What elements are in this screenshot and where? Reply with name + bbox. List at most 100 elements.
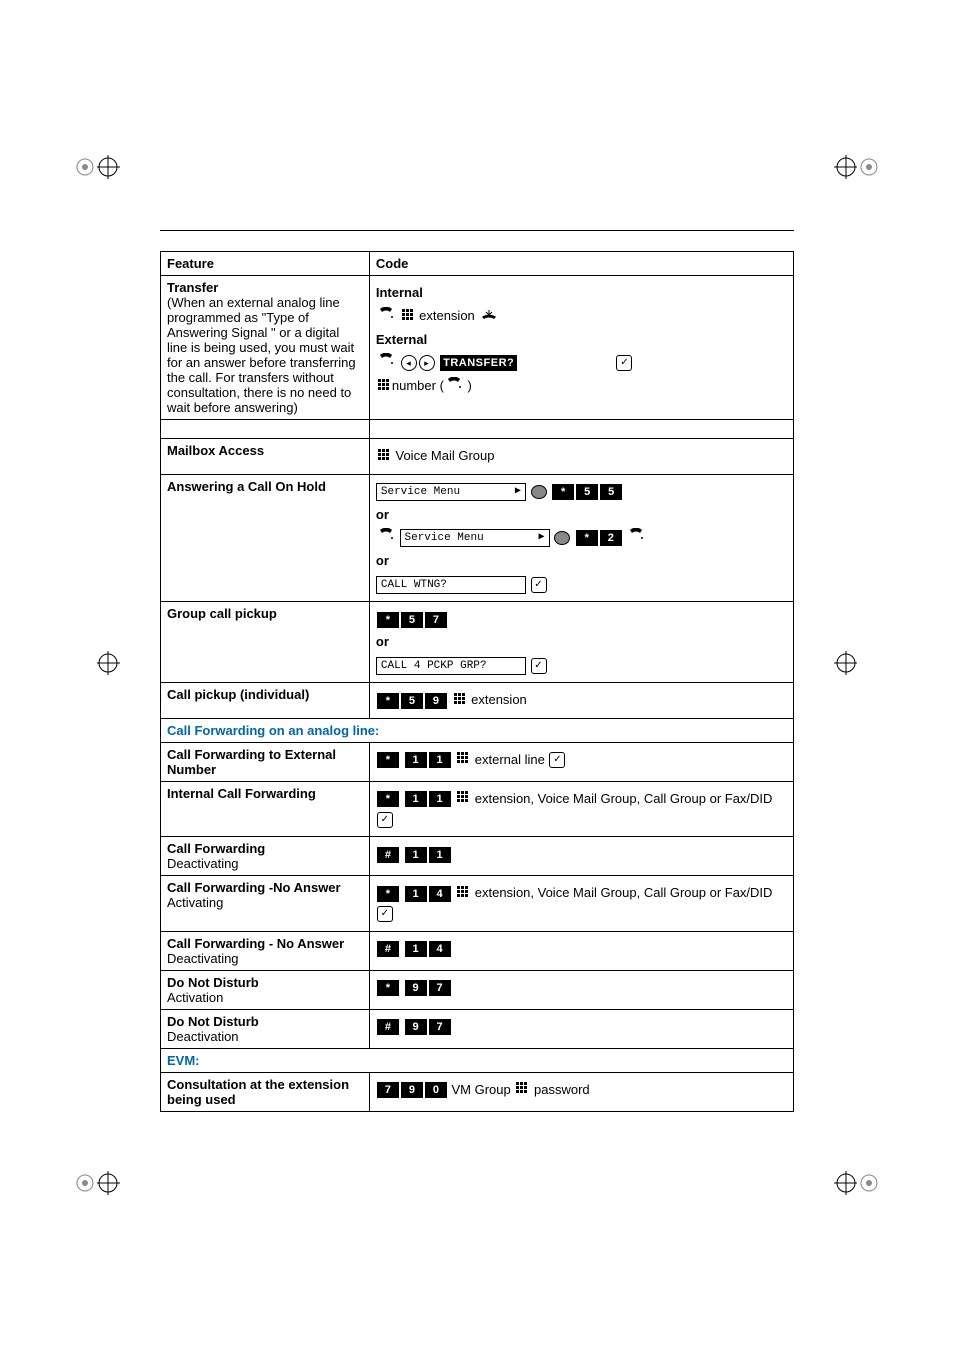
row-evm-section: EVM: (161, 1048, 794, 1072)
number-text: number ( (392, 378, 444, 393)
consult-pw: password (534, 1082, 590, 1097)
key-9: 9 (405, 980, 427, 996)
crop-mark-top-left (75, 145, 120, 190)
or-1: or (376, 505, 787, 525)
internal-label: Internal (376, 283, 787, 303)
mailbox-title: Mailbox Access (161, 439, 370, 475)
row-cf-noans-deact: Call Forwarding - No Answer Deactivating… (161, 931, 794, 970)
key-7: 7 (377, 1082, 399, 1098)
cf-external-text: external line (475, 752, 545, 767)
table-header-row: Feature Code (161, 252, 794, 276)
cf-deact-sub: Deactivating (167, 856, 239, 871)
indiv-pickup-ext: extension (471, 692, 527, 707)
nav-left-right: ◂▸ (400, 355, 436, 371)
key-star: * (377, 752, 399, 768)
indiv-pickup-title: Call pickup (individual) (161, 683, 370, 719)
key-1: 1 (405, 791, 427, 807)
external-label: External (376, 330, 787, 350)
keypad-icon (378, 447, 390, 467)
spacer-row (161, 420, 794, 439)
key-1: 1 (405, 847, 427, 863)
consult-title: Consultation at the extension being used (161, 1072, 370, 1111)
key-4: 4 (429, 941, 451, 957)
cf-noans-act-sub: Activating (167, 895, 223, 910)
external-code-1: ◂▸ TRANSFER? ✓ (376, 353, 787, 374)
key-hash: # (377, 1019, 399, 1035)
ok-button: ✓ (531, 658, 547, 674)
row-dnd-act: Do Not Disturb Activation * 97 (161, 970, 794, 1009)
dnd-act-sub: Activation (167, 990, 223, 1005)
or-2: or (376, 551, 787, 571)
key-0: 0 (425, 1082, 447, 1098)
row-cf-noans-act: Call Forwarding -No Answer Activating * … (161, 876, 794, 932)
crop-mark-mid-right (834, 648, 879, 678)
key-9: 9 (425, 693, 447, 709)
key-2: 2 (600, 530, 622, 546)
header-rule (160, 230, 794, 251)
consult-vm: VM Group (452, 1082, 511, 1097)
key-5: 5 (401, 612, 423, 628)
key-star: * (377, 791, 399, 807)
cf-internal-title: Internal Call Forwarding (161, 781, 370, 837)
key-star: * (377, 612, 399, 628)
key-star: * (552, 484, 574, 500)
transfer-title: Transfer (167, 280, 218, 295)
crop-mark-top-right (834, 145, 879, 190)
keypad-icon (378, 377, 390, 397)
lcd-call4: CALL 4 PCKP GRP? (376, 657, 526, 675)
header-code: Code (369, 252, 793, 276)
row-cf-section: Call Forwarding on an analog line: (161, 718, 794, 742)
nav-oval (554, 531, 570, 545)
key-hash: # (377, 941, 399, 957)
cf-internal-text: extension, Voice Mail Group, Call Group … (475, 791, 773, 806)
extension-text: extension (419, 308, 475, 323)
keypad-icon (457, 789, 469, 809)
page-content: Feature Code Transfer (When an external … (160, 230, 794, 1112)
row-cf-external: Call Forwarding to External Number * 11 … (161, 742, 794, 781)
key-1: 1 (405, 752, 427, 768)
external-code-2: number ( ) (376, 376, 787, 397)
transfer-description: (When an external analog line programmed… (167, 295, 356, 415)
key-9: 9 (401, 1082, 423, 1098)
ok-button: ✓ (616, 355, 632, 371)
row-cf-internal: Internal Call Forwarding * 11 extension,… (161, 781, 794, 837)
lcd-service-menu: Service Menu▶ (376, 483, 526, 501)
dnd-deact-title: Do Not Disturb (167, 1014, 259, 1029)
crop-mark-bottom-left (75, 1161, 120, 1206)
row-transfer: Transfer (When an external analog line p… (161, 276, 794, 420)
cf-noans-deact-sub: Deactivating (167, 951, 239, 966)
cf-noans-act-text: extension, Voice Mail Group, Call Group … (475, 885, 773, 900)
row-indiv-pickup: Call pickup (individual) *59 extension (161, 683, 794, 719)
internal-code: extension (376, 306, 787, 327)
keypad-icon (402, 307, 414, 327)
ok-button: ✓ (377, 812, 393, 828)
key-star: * (377, 980, 399, 996)
row-cf-deact: Call Forwarding Deactivating # 11 (161, 837, 794, 876)
keypad-icon (516, 1080, 528, 1100)
row-consultation: Consultation at the extension being used… (161, 1072, 794, 1111)
key-5: 5 (401, 693, 423, 709)
handset-icon (378, 528, 394, 548)
handset-icon (378, 353, 394, 373)
lcd-service-menu-2: Service Menu▶ (400, 529, 550, 547)
crop-mark-mid-left (75, 648, 120, 678)
lcd-call-wtng: CALL WTNG? (376, 576, 526, 594)
key-star: * (576, 530, 598, 546)
ok-button: ✓ (531, 577, 547, 593)
key-4: 4 (429, 886, 451, 902)
key-7: 7 (429, 1019, 451, 1035)
key-1: 1 (429, 752, 451, 768)
group-pickup-title: Group call pickup (161, 602, 370, 683)
handset-icon (378, 307, 394, 327)
row-dnd-deact: Do Not Disturb Deactivation # 97 (161, 1009, 794, 1048)
handset-icon (628, 528, 644, 548)
or-3: or (376, 632, 787, 652)
key-star: * (377, 693, 399, 709)
cf-deact-title: Call Forwarding (167, 841, 265, 856)
key-7: 7 (429, 980, 451, 996)
key-1: 1 (405, 941, 427, 957)
key-1: 1 (429, 847, 451, 863)
key-9: 9 (405, 1019, 427, 1035)
cf-external-title: Call Forwarding to External Number (161, 742, 370, 781)
key-5: 5 (600, 484, 622, 500)
